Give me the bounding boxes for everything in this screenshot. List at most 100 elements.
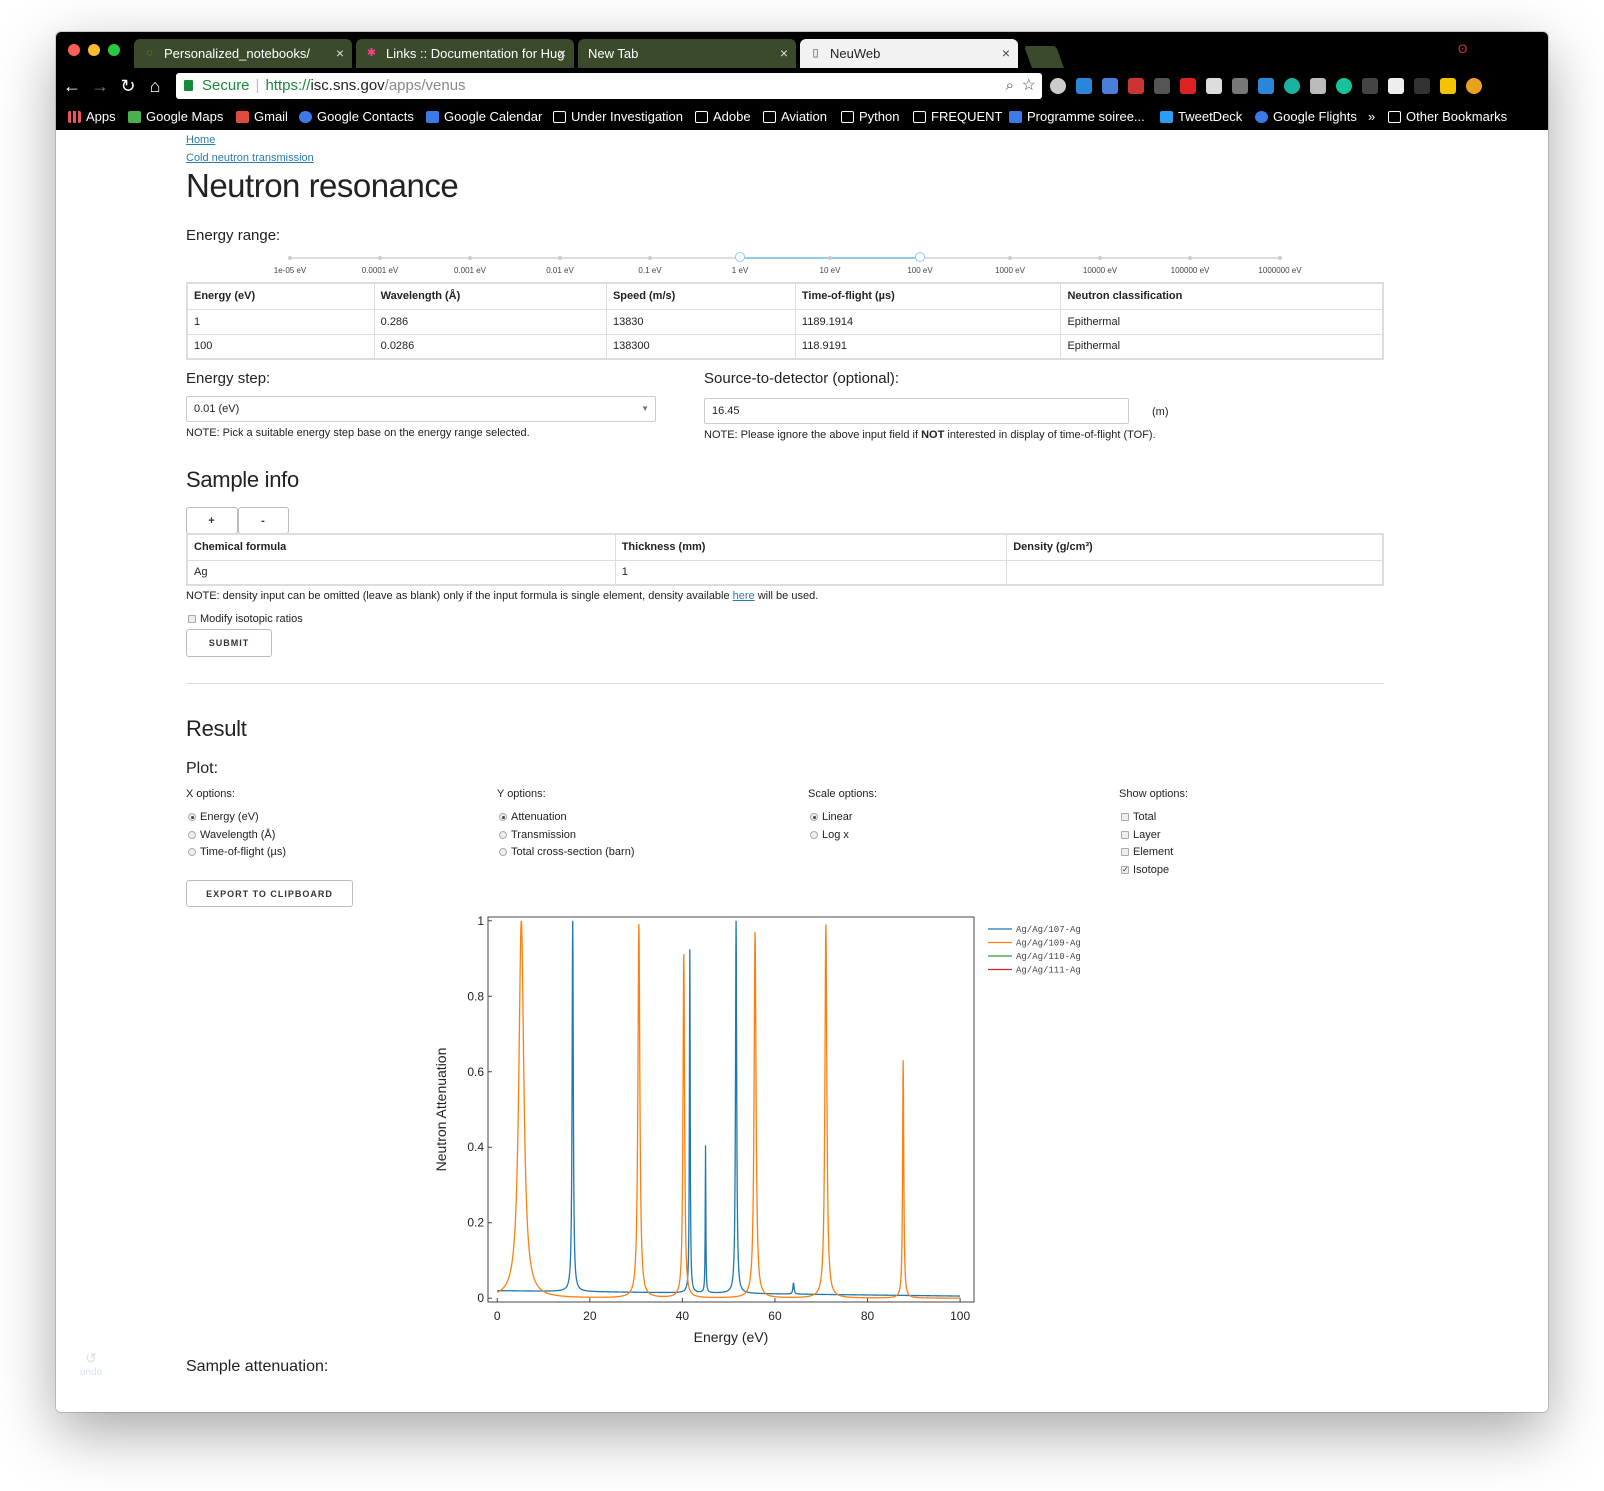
radio-option[interactable]: Time-of-flight (µs) bbox=[188, 845, 286, 859]
m-extension-icon[interactable] bbox=[1284, 78, 1300, 94]
share-extension-icon[interactable] bbox=[1076, 78, 1092, 94]
checkbox-option[interactable]: Total bbox=[1121, 810, 1156, 824]
calendar-badge-extension-icon[interactable] bbox=[1180, 78, 1196, 94]
minimize-window-button[interactable] bbox=[88, 44, 100, 56]
bookmark-gmail[interactable]: Gmail bbox=[236, 108, 288, 126]
maximize-window-button[interactable] bbox=[108, 44, 120, 56]
legend-label[interactable]: Ag/Ag/111-Ag bbox=[1016, 966, 1081, 976]
reload-button[interactable]: ↻ bbox=[116, 74, 140, 98]
sticky-extension-icon[interactable] bbox=[1440, 78, 1456, 94]
density-here-link[interactable]: here bbox=[733, 590, 755, 602]
bookmark-frequent[interactable]: FREQUENT bbox=[913, 108, 1003, 126]
new-extension-icon[interactable] bbox=[1258, 78, 1274, 94]
add-layer-button[interactable]: + bbox=[186, 507, 238, 534]
submit-button[interactable]: SUBMIT bbox=[186, 629, 272, 657]
radio-option[interactable]: Energy (eV) bbox=[188, 810, 259, 824]
w-extension-icon[interactable] bbox=[1414, 78, 1430, 94]
undo-control[interactable]: ↺ undo bbox=[76, 1350, 106, 1378]
radio-option[interactable]: Log x bbox=[810, 828, 849, 842]
new-tab-button[interactable] bbox=[1023, 46, 1065, 68]
bookmarks-overflow-chevron[interactable]: » bbox=[1368, 108, 1375, 126]
profile-icon[interactable]: ʘ bbox=[1458, 42, 1467, 56]
forward-button[interactable]: → bbox=[88, 74, 112, 98]
energy-step-select[interactable]: 0.01 (eV) ▼ bbox=[186, 396, 656, 422]
close-tab-icon[interactable]: × bbox=[558, 39, 566, 68]
bookmark-star-icon[interactable]: ☆ bbox=[1022, 73, 1036, 99]
bookmark-tweetdeck[interactable]: TweetDeck bbox=[1160, 108, 1242, 126]
tab-new-tab[interactable]: New Tab × bbox=[578, 39, 796, 68]
remove-layer-button[interactable]: - bbox=[238, 507, 289, 534]
option-label: Wavelength (Å) bbox=[200, 828, 276, 841]
slider-handle-low[interactable] bbox=[735, 252, 745, 262]
bookmark-python[interactable]: Python bbox=[841, 108, 899, 126]
upload-extension-icon[interactable] bbox=[1466, 78, 1482, 94]
zoom-icon[interactable]: ⌕ bbox=[1006, 73, 1014, 99]
source-detector-input[interactable]: 16.45 bbox=[704, 398, 1129, 424]
table-cell[interactable]: Ag bbox=[186, 559, 616, 586]
bookmark-programme-soiree[interactable]: Programme soiree... bbox=[1009, 108, 1145, 126]
lock-icon bbox=[184, 80, 193, 91]
table-cell: 0.286 bbox=[373, 308, 607, 335]
table-cell[interactable]: 1 bbox=[614, 559, 1008, 586]
bookmark-google-contacts[interactable]: Google Contacts bbox=[299, 108, 414, 126]
radio-option[interactable]: Total cross-section (barn) bbox=[499, 845, 635, 859]
table-row: 100 0.0286 138300 118.9191 Epithermal bbox=[186, 333, 1384, 360]
close-tab-icon[interactable]: × bbox=[336, 39, 344, 68]
slider-handle-high[interactable] bbox=[915, 252, 925, 262]
settings-extension-icon[interactable] bbox=[1050, 78, 1066, 94]
bookmark-aviation[interactable]: Aviation bbox=[763, 108, 827, 126]
bookmark-label: Google Calendar bbox=[444, 109, 543, 124]
bookmark-google-calendar[interactable]: Google Calendar bbox=[426, 108, 542, 126]
undo-icon: ↺ bbox=[85, 1350, 97, 1366]
bookmark-google-flights[interactable]: Google Flights bbox=[1255, 108, 1357, 126]
radio-option[interactable]: Wavelength (Å) bbox=[188, 828, 275, 842]
tab-personalized-notebooks[interactable]: ◌ Personalized_notebooks/ × bbox=[134, 39, 352, 68]
checkbox-option[interactable]: Layer bbox=[1121, 828, 1161, 842]
bookmark-other-bookmarks[interactable]: Other Bookmarks bbox=[1388, 108, 1507, 126]
close-tab-icon[interactable]: × bbox=[1002, 39, 1010, 68]
note-extension-icon[interactable] bbox=[1206, 78, 1222, 94]
dropbox-extension-icon[interactable] bbox=[1232, 78, 1248, 94]
x-tick-label: 20 bbox=[583, 1309, 597, 1323]
ch-extension-icon[interactable] bbox=[1362, 78, 1378, 94]
legend-label[interactable]: Ag/Ag/109-Ag bbox=[1016, 939, 1081, 949]
radio-option[interactable]: Linear bbox=[810, 810, 853, 824]
breadcrumb-parent-link[interactable]: Cold neutron transmission bbox=[186, 152, 314, 164]
evernote-extension-icon[interactable] bbox=[1154, 78, 1170, 94]
translate-extension-icon[interactable] bbox=[1102, 78, 1118, 94]
option-label: Isotope bbox=[1133, 864, 1170, 877]
checkbox-option[interactable]: Element bbox=[1121, 845, 1173, 859]
address-bar[interactable]: Secure | https://isc.sns.gov/apps/venus ⌕ … bbox=[176, 73, 1042, 99]
legend-label[interactable]: Ag/Ag/110-Ag bbox=[1016, 952, 1081, 962]
y-axis-label: Neutron Attenuation bbox=[433, 1048, 449, 1172]
table-cell[interactable] bbox=[1006, 559, 1384, 586]
grammarly-extension-icon[interactable] bbox=[1336, 78, 1352, 94]
modify-isotopic-checkbox[interactable]: Modify isotopic ratios bbox=[188, 612, 303, 626]
checkbox-option[interactable]: Isotope bbox=[1121, 863, 1169, 877]
radio-option[interactable]: Attenuation bbox=[499, 810, 567, 824]
tab-neuweb[interactable]: ▯ NeuWeb × bbox=[800, 39, 1018, 68]
k-extension-icon[interactable] bbox=[1310, 78, 1326, 94]
home-button[interactable]: ⌂ bbox=[143, 74, 167, 98]
b-extension-icon[interactable] bbox=[1388, 78, 1404, 94]
close-tab-icon[interactable]: × bbox=[780, 39, 788, 68]
slider-tick-label: 100000 eV bbox=[1170, 266, 1210, 275]
slider-tick-label: 1000 eV bbox=[995, 266, 1025, 275]
rocket-extension-icon[interactable] bbox=[1128, 78, 1144, 94]
attenuation-chart[interactable]: 0 20 40 60 80 100 0 0.2 0.4 0.6 0.8 1 Energy (eV) Neu… bbox=[433, 903, 1116, 1353]
radio-option[interactable]: Transmission bbox=[499, 828, 576, 842]
export-to-clipboard-button[interactable]: EXPORT TO CLIPBOARD bbox=[186, 880, 353, 907]
option-label: Total bbox=[1133, 811, 1157, 823]
bookmark-under-investigation[interactable]: Under Investigation bbox=[553, 108, 683, 126]
close-window-button[interactable] bbox=[68, 44, 80, 56]
back-button[interactable]: ← bbox=[60, 74, 84, 98]
bookmark-google-maps[interactable]: Google Maps bbox=[128, 108, 223, 126]
option-label: Linear bbox=[822, 811, 853, 823]
breadcrumb-home-link[interactable]: Home bbox=[186, 134, 215, 146]
calendar-icon bbox=[426, 111, 439, 123]
tab-hugo-docs[interactable]: ✱ Links :: Documentation for Hug × bbox=[356, 39, 574, 68]
bookmark-adobe[interactable]: Adobe bbox=[695, 108, 751, 126]
bookmark-apps[interactable]: Apps bbox=[68, 108, 116, 126]
legend-label[interactable]: Ag/Ag/107-Ag bbox=[1016, 925, 1081, 935]
energy-range-slider[interactable]: 1e-05 eV 0.0001 eV 0.001 eV 0.01 eV 0.1 eV 1 … bbox=[274, 252, 1302, 280]
